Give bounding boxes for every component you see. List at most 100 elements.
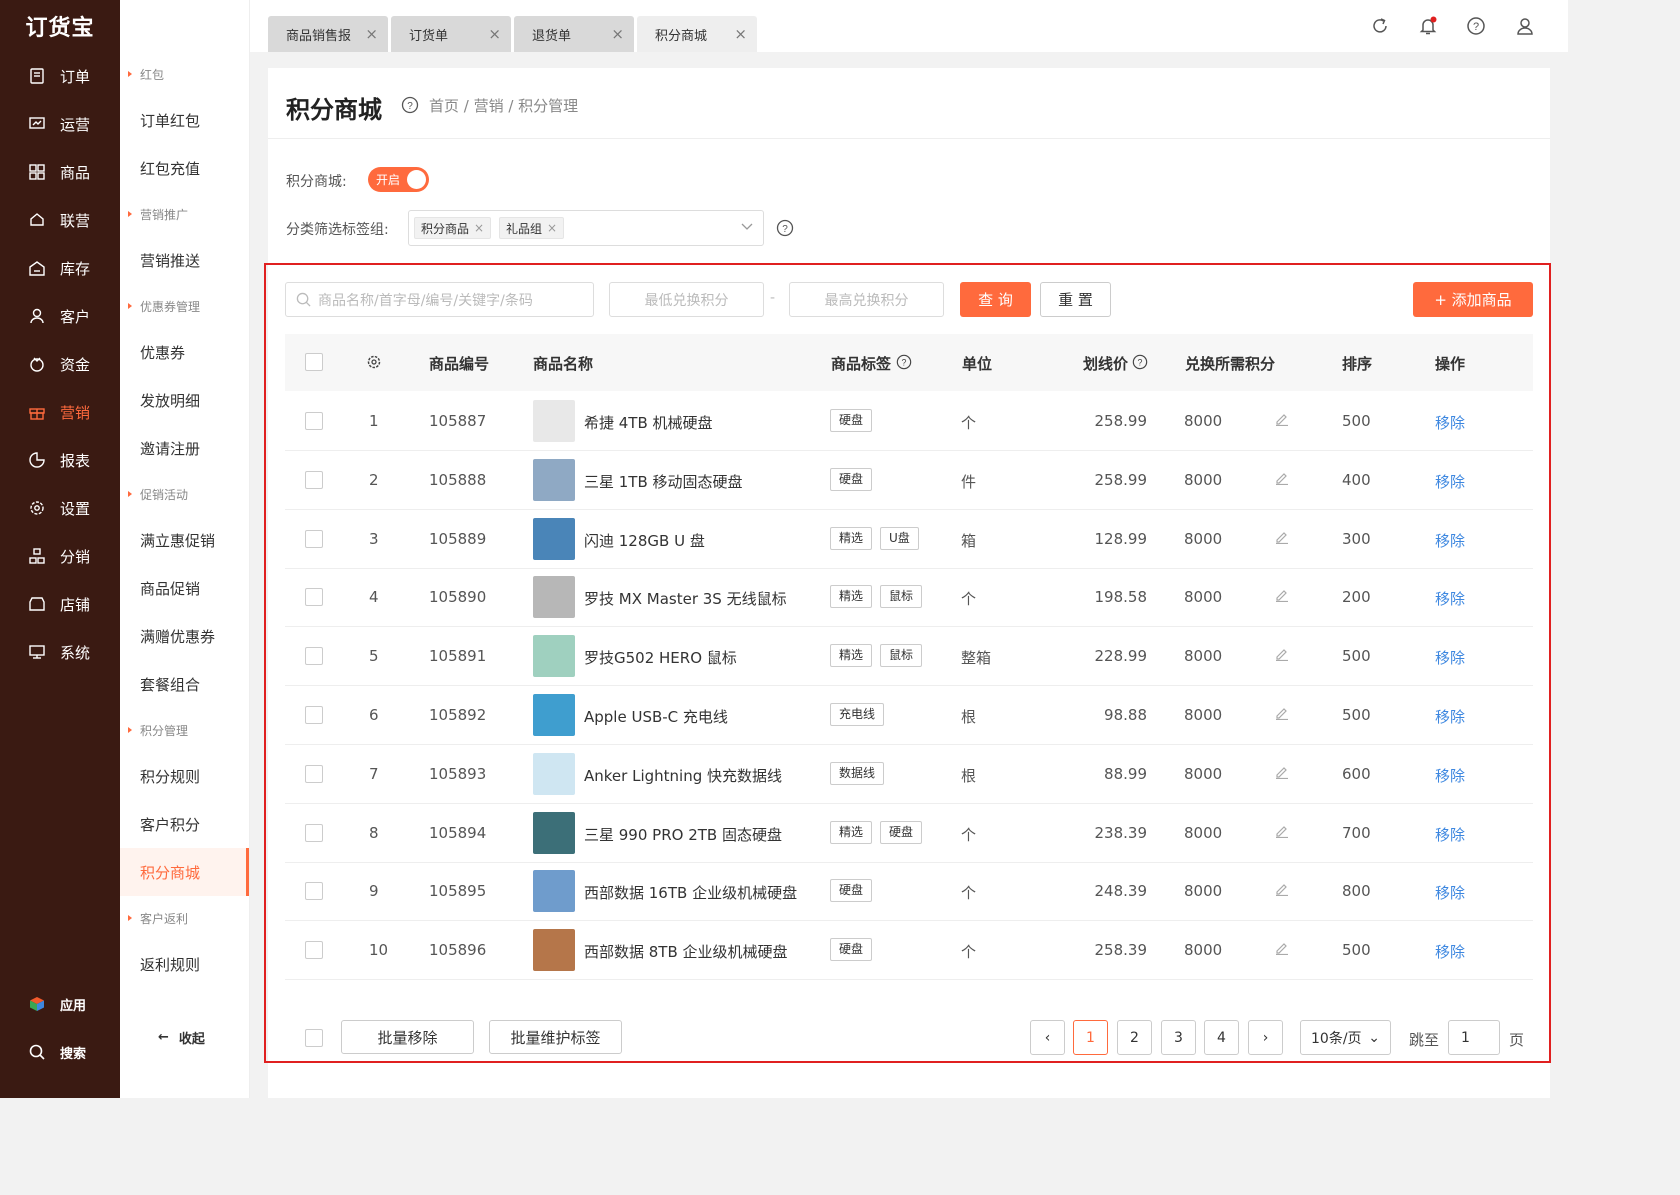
tags-help-icon[interactable]: ? (896, 354, 912, 374)
nav-item[interactable]: 设置 (0, 484, 120, 532)
tag-chip[interactable]: 积分商品 × (414, 217, 492, 239)
nav-item[interactable]: 分销 (0, 532, 120, 580)
nav-item[interactable]: 联营 (0, 196, 120, 244)
page-size-select[interactable]: 10条/页 ⌄ (1300, 1020, 1391, 1055)
chip-close-icon[interactable]: × (474, 221, 484, 235)
submenu-item[interactable]: 红包充值 (120, 144, 249, 192)
submenu-item[interactable]: 商品促销 (120, 564, 249, 612)
edit-pencil-icon[interactable] (1275, 941, 1289, 959)
nav-item[interactable]: 系统 (0, 628, 120, 676)
edit-pencil-icon[interactable] (1275, 530, 1289, 548)
edit-pencil-icon[interactable] (1275, 588, 1289, 606)
remove-link[interactable]: 移除 (1435, 530, 1465, 551)
title-help-icon[interactable]: ? (401, 96, 419, 118)
nav-item[interactable]: 店铺 (0, 580, 120, 628)
close-icon[interactable]: × (611, 25, 624, 43)
footer-select-all-checkbox[interactable] (305, 1029, 323, 1047)
edit-pencil-icon[interactable] (1275, 647, 1289, 665)
tab[interactable]: 积分商城 × (637, 16, 757, 52)
reset-button[interactable]: 重 置 (1040, 282, 1111, 317)
goods-name[interactable]: 西部数据 8TB 企业级机械硬盘 (584, 941, 788, 962)
row-checkbox[interactable] (305, 529, 323, 548)
submenu-item[interactable]: 优惠券 (120, 328, 249, 376)
notification-bell-icon[interactable] (1416, 14, 1440, 38)
row-checkbox[interactable] (305, 412, 323, 430)
close-icon[interactable]: × (734, 25, 747, 43)
remove-link[interactable]: 移除 (1435, 706, 1465, 727)
page-3[interactable]: 3 (1161, 1020, 1196, 1055)
next-page-button[interactable]: › (1248, 1020, 1283, 1055)
min-points-input[interactable]: 最低兑换积分 (609, 282, 764, 317)
max-points-input[interactable]: 最高兑换积分 (789, 282, 944, 317)
jump-page-input[interactable]: 1 (1448, 1020, 1500, 1055)
submenu-item[interactable]: 订单红包 (120, 96, 249, 144)
submenu-item[interactable]: 套餐组合 (120, 660, 249, 708)
row-checkbox[interactable] (305, 764, 323, 783)
remove-link[interactable]: 移除 (1435, 882, 1465, 903)
user-avatar-icon[interactable] (1513, 14, 1537, 38)
submenu-item[interactable]: 积分规则 (120, 752, 249, 800)
tab[interactable]: 订货单 × (391, 16, 511, 52)
goods-name[interactable]: 希捷 4TB 机械硬盘 (584, 412, 713, 433)
submenu-item[interactable]: 满立惠促销 (120, 516, 249, 564)
tag-help-icon[interactable]: ? (776, 219, 794, 241)
batch-tags-button[interactable]: 批量维护标签 (489, 1020, 622, 1054)
edit-pencil-icon[interactable] (1275, 882, 1289, 900)
remove-link[interactable]: 移除 (1435, 941, 1465, 962)
submenu-item[interactable]: 满赠优惠券 (120, 612, 249, 660)
row-checkbox[interactable] (305, 588, 323, 607)
submenu-item[interactable]: 发放明细 (120, 376, 249, 424)
page-2[interactable]: 2 (1117, 1020, 1152, 1055)
nav-item[interactable]: 运营 (0, 100, 120, 148)
search-nav[interactable]: 搜索 (0, 1028, 120, 1076)
nav-item[interactable]: 库存 (0, 244, 120, 292)
goods-name[interactable]: 罗技G502 HERO 鼠标 (584, 647, 737, 668)
edit-pencil-icon[interactable] (1275, 471, 1289, 489)
goods-name[interactable]: Apple USB-C 充电线 (584, 706, 728, 727)
remove-link[interactable]: 移除 (1435, 471, 1465, 492)
refresh-icon[interactable] (1368, 14, 1392, 38)
nav-item[interactable]: 商品 (0, 148, 120, 196)
select-all-checkbox[interactable] (305, 353, 323, 371)
close-icon[interactable]: × (365, 25, 378, 43)
submenu-item[interactable]: 返利规则 (120, 940, 249, 988)
nav-item[interactable]: 资金 (0, 340, 120, 388)
row-checkbox[interactable] (305, 647, 323, 666)
tab[interactable]: 商品销售报 × (268, 16, 388, 52)
submenu-item[interactable]: 客户积分 (120, 800, 249, 848)
goods-name[interactable]: 三星 1TB 移动固态硬盘 (584, 471, 743, 492)
row-checkbox[interactable] (305, 882, 323, 901)
prev-page-button[interactable]: ‹ (1030, 1020, 1065, 1055)
page-4[interactable]: 4 (1204, 1020, 1239, 1055)
query-button[interactable]: 查 询 (960, 282, 1031, 317)
row-checkbox[interactable] (305, 706, 323, 724)
remove-link[interactable]: 移除 (1435, 412, 1465, 433)
tag-group-select[interactable]: 积分商品 × 礼品组 × (408, 210, 764, 246)
help-icon[interactable]: ? (1464, 14, 1488, 38)
tab[interactable]: 退货单 × (514, 16, 634, 52)
nav-item[interactable]: 报表 (0, 436, 120, 484)
edit-pencil-icon[interactable] (1275, 765, 1289, 783)
add-goods-button[interactable]: + 添加商品 (1413, 282, 1533, 317)
collapse-button[interactable]: ← 收起 (158, 1028, 205, 1047)
goods-name[interactable]: 西部数据 16TB 企业级机械硬盘 (584, 882, 797, 903)
close-icon[interactable]: × (488, 25, 501, 43)
page-1[interactable]: 1 (1073, 1020, 1108, 1055)
nav-item[interactable]: 订单 (0, 52, 120, 100)
nav-item[interactable]: 营销 (0, 388, 120, 436)
submenu-item[interactable]: 营销推送 (120, 236, 249, 284)
row-checkbox[interactable] (305, 823, 323, 842)
remove-link[interactable]: 移除 (1435, 647, 1465, 668)
edit-pencil-icon[interactable] (1275, 706, 1289, 724)
edit-pencil-icon[interactable] (1275, 412, 1289, 430)
edit-pencil-icon[interactable] (1275, 824, 1289, 842)
chip-close-icon[interactable]: × (547, 221, 557, 235)
submenu-item[interactable]: 邀请注册 (120, 424, 249, 472)
column-settings-icon[interactable] (366, 354, 382, 374)
remove-link[interactable]: 移除 (1435, 588, 1465, 609)
goods-name[interactable]: 三星 990 PRO 2TB 固态硬盘 (584, 824, 782, 845)
apps-nav[interactable]: 应用 (0, 980, 120, 1028)
mall-toggle[interactable]: 开启 (368, 167, 429, 192)
goods-name[interactable]: 罗技 MX Master 3S 无线鼠标 (584, 588, 787, 609)
submenu-item[interactable]: 积分商城 (120, 848, 249, 896)
